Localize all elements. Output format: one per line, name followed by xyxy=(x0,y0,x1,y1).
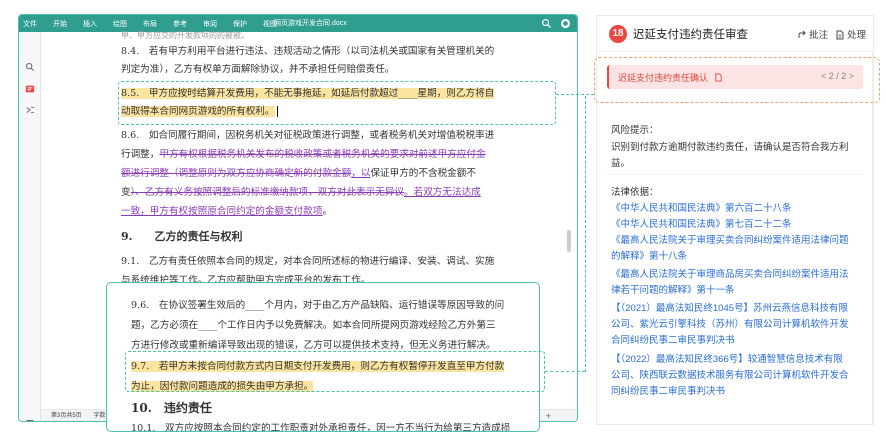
process-button[interactable]: 处理 xyxy=(835,27,866,41)
clause-9-6-line-3: 方进行修改或重新编译导致出现的错误，乙方可以提供技术支持，但无义务进行解决。 xyxy=(131,340,496,351)
callout-connector xyxy=(585,96,586,372)
legal-basis-link[interactable]: 合同纠纷民事二审民事判决书 xyxy=(611,332,735,346)
tab-layout[interactable]: 布局 xyxy=(143,19,157,29)
clause-9-1-line-1: 9.1. 乙方有责任依照本合同的规定，对本合同所述标的物进行编译、安装、调试、实… xyxy=(121,256,495,267)
search-icon[interactable] xyxy=(541,18,552,29)
risk-text-line-2: 益。 xyxy=(611,158,631,169)
section-10-heading: 10. 违约责任 xyxy=(131,401,212,415)
issue-count-badge: 18 xyxy=(609,25,627,43)
clause-8-6-text: 行调整， xyxy=(121,149,160,160)
assistant-icon[interactable] xyxy=(560,18,571,29)
inserted-text[interactable]: 一致，甲方有权按照原合同约定的金额支付款项 xyxy=(121,206,322,217)
tab-home[interactable]: 开始 xyxy=(53,19,67,29)
legal-basis-link[interactable]: 律若干问题的解释》第十一条 xyxy=(611,282,735,296)
callout-connector xyxy=(545,371,585,372)
legal-basis-link[interactable]: 的解释》第十八条 xyxy=(611,248,687,262)
legal-basis-link[interactable]: 【（2021）最高法知民终1045号】苏州云燕信息科技有限 xyxy=(611,300,848,314)
clause-8-6-line-5: 一致，甲方有权按照原合同约定的金额支付款项。 xyxy=(121,203,332,217)
clause-8-4-line-2: 判定为准），乙方有权单方面解除协议，并不承担任何赔偿责任。 xyxy=(121,64,395,75)
inserted-text[interactable]: 。若双方无法达成 xyxy=(404,187,481,198)
legal-basis-link[interactable]: 《最高人民法院关于审理商品房买卖合同纠纷案件适用法 xyxy=(611,266,849,280)
deleted-text[interactable]: ）、乙方有义务按照调整后的标准缴纳款项，双方对此表示无异议 xyxy=(131,187,404,198)
clause-8-6-line-3: 额进行调整（调整原则为双方应协商确定新的付款金额，以保证甲方的不含税金额不 xyxy=(121,165,476,179)
legal-basis-link[interactable]: 【（2022）最高法知民终366号】较通智慧信息技术有限 xyxy=(611,351,843,365)
risk-text-line-1: 识别到付款方逾期付款违约责任，请确认是否符合我方利 xyxy=(611,142,849,153)
clause-8-4-line-1: 8.4. 若有甲方利用平台进行违法、违规活动之情形（以司法机关或国家有关管理机关… xyxy=(121,46,495,57)
risk-title: 风险提示： xyxy=(611,125,659,136)
clause-10-1-line-1: 10.1. 双方应按照本合同约定的工作职责对外承担责任，因一方不当行为给第三方造… xyxy=(131,423,511,432)
search-icon[interactable] xyxy=(25,62,35,72)
tab-references[interactable]: 参考 xyxy=(173,19,187,29)
word-count[interactable]: 字数 xyxy=(93,413,105,419)
document-icon xyxy=(836,30,844,40)
clause-8-6-line-2: 行调整，甲方有权根据税务机关发布的税收政策或者税务机关的要求对前述甲方应付金 xyxy=(121,146,486,160)
section-9-heading: 9. 乙方的责任与权利 xyxy=(121,230,243,243)
document-scrollbar[interactable] xyxy=(567,230,571,252)
inserted-text[interactable]: ，以 xyxy=(351,168,370,179)
legal-basis-title: 法律依据： xyxy=(611,187,659,198)
clause-8-6-text: 。 xyxy=(322,206,333,217)
legal-basis-link[interactable]: 同纠纷民事二审民事判决书 xyxy=(611,383,725,397)
share-icon xyxy=(798,30,806,38)
process-label: 处理 xyxy=(847,30,867,41)
tab-file[interactable]: 文件 xyxy=(23,19,37,29)
tab-insert[interactable]: 插入 xyxy=(83,19,97,29)
page-count: 第3页共5页 xyxy=(51,413,82,419)
legal-basis-link[interactable]: 公司、陕西联云数据技术服务有限公司计算机软件开发合 xyxy=(611,367,849,381)
tab-review[interactable]: 审阅 xyxy=(203,19,217,29)
legal-basis-link[interactable]: 公司、紫光云引擎科技（苏州）有限公司计算机软件开发 xyxy=(611,316,849,330)
deleted-text[interactable]: 甲方有权根据税务机关发布的税收政策或者税务机关的要求对前述甲方应付金 xyxy=(159,149,485,160)
paragraph-partial: 甲、甲方应交的开发款项的的被被。 xyxy=(121,31,249,40)
legal-basis-link[interactable]: 《最高人民法院关于审理买卖合同纠纷案件适用法律问题 xyxy=(611,232,849,246)
callout-connector xyxy=(556,94,594,95)
deleted-text[interactable]: 额进行调整（调整原则为双方应协商确定新的付款金额 xyxy=(121,168,351,179)
review-tool-icon[interactable] xyxy=(25,84,35,94)
active-issue-highlight xyxy=(594,57,880,103)
divider xyxy=(607,174,863,175)
clause-9-7-callout-frame xyxy=(125,351,545,392)
review-title: 迟延支付违约责任审查 xyxy=(633,29,748,41)
clause-8-6-line-4: 变）、乙方有义务按照调整后的标准缴纳款项，双方对此表示无异议。若双方无法达成 xyxy=(121,184,481,198)
clause-8-6-text: 变 xyxy=(121,187,131,198)
clause-8-5-callout-frame xyxy=(118,81,556,125)
zoom-in-icon[interactable]: + xyxy=(546,410,551,421)
clause-8-6-text: 保证甲方的不含税金额不 xyxy=(370,168,476,179)
annotate-button[interactable]: 批注 xyxy=(797,27,828,41)
outline-icon[interactable] xyxy=(25,105,35,115)
tab-draw[interactable]: 绘图 xyxy=(113,19,127,29)
ribbon: 文件 开始 插入 绘图 布局 参考 审阅 保护 视图 网页游戏开发合同.docx xyxy=(19,15,577,32)
review-scroll-track xyxy=(872,52,873,424)
clause-9-6-line-1: 9.6. 在协议签署生效后的____个月内，对于由乙方产品缺陷、运行错误等原因导… xyxy=(131,300,505,311)
clause-8-6-line-1: 8.6. 如合同履行期间，因税务机关对征税政策进行调整，或者税务机关对增值税税率… xyxy=(121,130,495,141)
legal-basis-link[interactable]: 《中华人民共和国民法典》第六百二十八条 xyxy=(611,200,792,214)
document-title: 网页游戏开发合同.docx xyxy=(274,20,347,27)
menu-icon[interactable] xyxy=(25,418,35,422)
annotate-label: 批注 xyxy=(809,30,829,41)
legal-basis-link[interactable]: 《中华人民共和国民法典》第七百二十二条 xyxy=(611,216,792,230)
left-toolbar xyxy=(19,32,41,421)
review-header: 18 迟延支付违约责任审查 批注 处理 xyxy=(597,16,873,52)
tab-protect[interactable]: 保护 xyxy=(233,19,247,29)
clause-9-6-line-2: 题，乙方必须在____个工作日内予以免费解决。如本合同所提网页游戏经险乙方外第三 xyxy=(131,320,496,331)
